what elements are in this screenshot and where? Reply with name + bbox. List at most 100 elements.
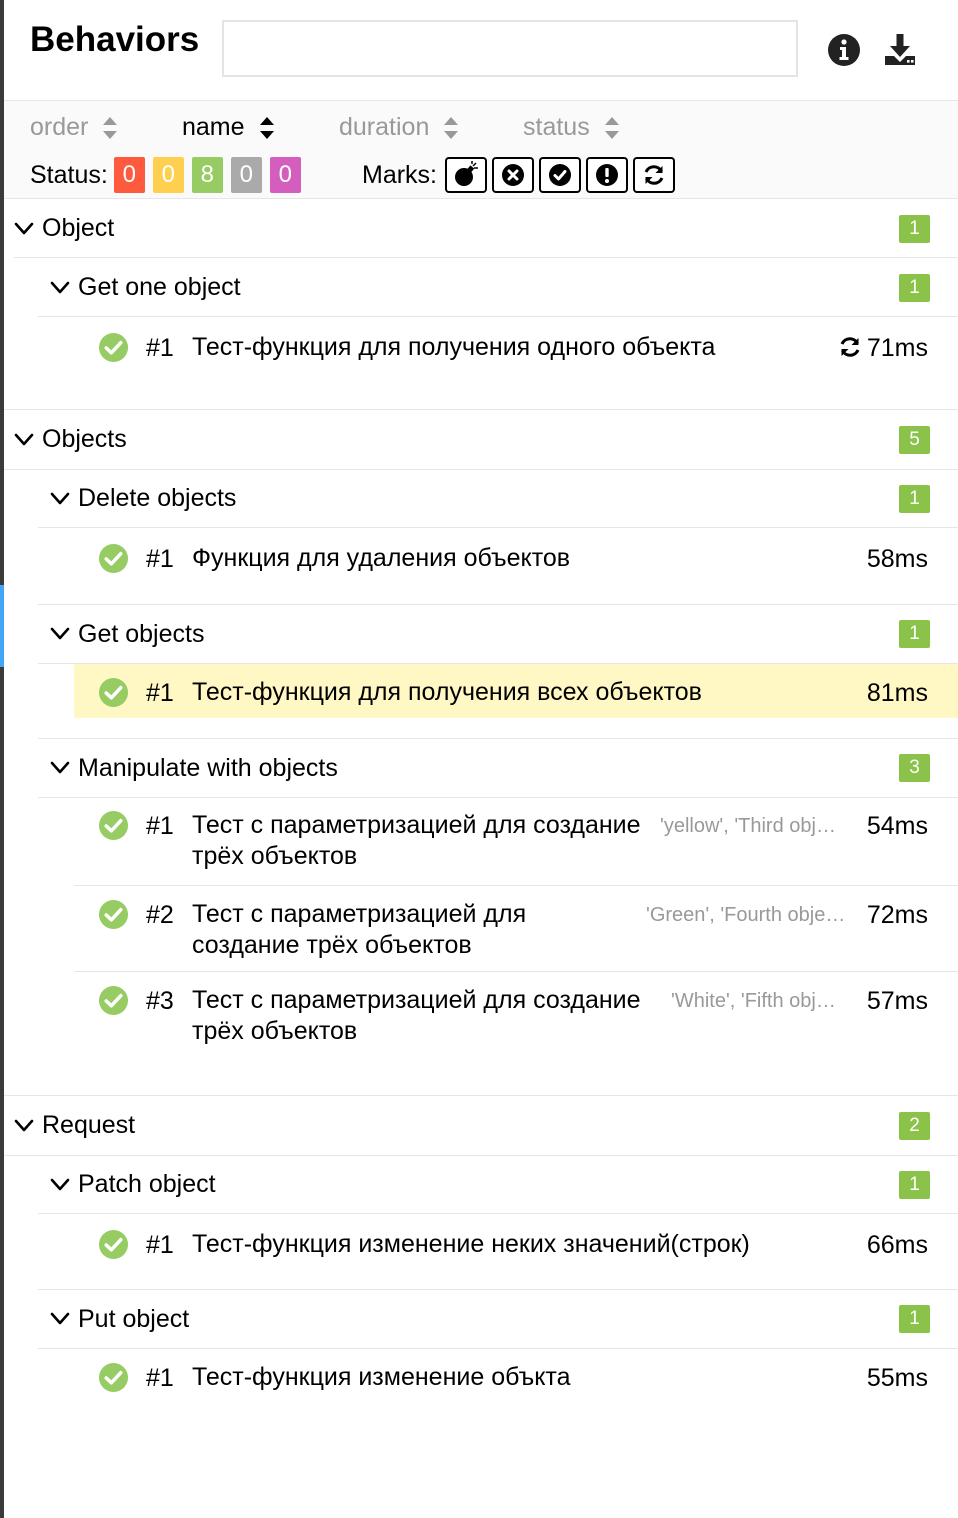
left-sidebar-edge [0,0,4,1518]
chevron-down-icon [50,1312,70,1326]
test-duration: 54ms [866,812,928,840]
test-name: Тест-функция изменение неких значений(ст… [192,1230,750,1258]
active-indicator [0,585,4,667]
feature-count-badge: 1 [899,1170,930,1199]
feature-count-badge: 1 [899,484,930,513]
feature-count-badge: 3 [899,754,930,782]
status-passed-badge[interactable]: 8 [191,157,223,193]
sort-order[interactable]: order [30,113,118,142]
test-duration: 58ms [866,545,928,573]
test-name: Функция для удаления объектов [192,544,571,572]
group-request[interactable]: Request 2 [4,1095,958,1156]
test-row[interactable]: #1 Тест с параметризацией для создание т… [74,798,958,886]
download-icon[interactable] [882,32,918,68]
test-name-line-1: Тест с параметризацией для создание [192,986,641,1014]
marks-label: Marks: [362,160,437,189]
test-name-line-1: Тест с параметризацией для [192,900,527,928]
sort-arrows-icon [259,115,275,141]
feature-name: Manipulate with objects [78,753,338,782]
new-passed-mark-button[interactable] [539,157,581,193]
feature-get-one-object[interactable]: Get one object 1 [38,259,958,317]
test-name: Тест-функция изменение объкта [192,1363,571,1391]
retry-icon [838,335,862,359]
feature-put-object[interactable]: Put object 1 [38,1289,958,1349]
status-label: Status: [30,160,108,189]
chevron-down-icon [14,433,34,447]
search-input[interactable] [222,20,798,77]
test-duration: 71ms [866,334,928,362]
test-row[interactable]: #1 Тест-функция для получения одного объ… [74,318,958,376]
test-row[interactable]: #1 Тест-функция изменение объкта 55ms [74,1349,958,1407]
flaky-mark-button[interactable] [445,157,487,193]
marks-filter: Marks: [362,157,680,193]
test-number: #1 [146,1364,174,1392]
status-unknown-badge[interactable]: 0 [269,157,301,193]
group-count-badge: 5 [899,425,930,454]
test-name-line-1: Тест с параметризацией для создание [192,811,641,839]
exclamation-circle-icon [596,164,618,186]
status-skipped-badge[interactable]: 0 [230,157,262,193]
sort-arrows-icon [443,115,459,141]
page-title: Behaviors [30,20,200,59]
test-row[interactable]: #1 Функция для удаления объектов 58ms [74,529,958,605]
feature-get-objects[interactable]: Get objects 1 [38,604,958,664]
test-row[interactable]: #1 Тест-функция изменение неких значений… [74,1215,958,1289]
test-number: #2 [146,901,174,929]
test-number: #3 [146,987,174,1015]
test-name: Тест-функция для получения одного объект… [192,333,716,361]
feature-count-badge: 1 [899,620,930,648]
chevron-down-icon [50,761,70,775]
group-name: Request [42,1111,136,1139]
passed-check-icon [98,985,129,1016]
sort-arrows-icon [102,115,118,141]
test-name: Тест-функция для получения всех объектов [192,678,702,706]
sort-status[interactable]: status [523,113,620,142]
status-broken-badge[interactable]: 0 [152,157,184,193]
tree-toolbar: order name duration status Status: 0 0 8… [4,101,958,199]
feature-count-badge: 1 [899,273,930,302]
group-objects[interactable]: Objects 5 [4,409,958,470]
feature-name: Get objects [78,619,205,648]
feature-manipulate-with-objects[interactable]: Manipulate with objects 3 [38,738,958,798]
status-failed-badge[interactable]: 0 [113,157,145,193]
test-number: #1 [146,334,174,362]
times-circle-icon [502,164,524,186]
info-circle-icon[interactable] [826,32,862,68]
feature-name: Patch object [78,1170,216,1198]
group-name: Object [42,214,115,242]
feature-patch-object[interactable]: Patch object 1 [38,1156,958,1214]
group-object[interactable]: Object 1 [14,200,958,258]
test-row[interactable]: #3 Тест с параметризацией для создание т… [74,972,958,1096]
passed-check-icon [98,1362,129,1393]
test-name-line-2: трёх объектов [192,842,358,870]
passed-check-icon [98,810,129,841]
sort-duration[interactable]: duration [339,113,459,142]
test-duration: 57ms [866,987,928,1015]
test-duration: 81ms [866,679,928,707]
chevron-down-icon [50,1178,70,1192]
passed-check-icon [98,1229,129,1260]
chevron-down-icon [50,627,70,641]
chevron-down-icon [14,222,34,236]
new-failed-mark-button[interactable] [492,157,534,193]
test-name-line-2: трёх объектов [192,1017,358,1045]
test-number: #1 [146,545,174,573]
bomb-icon [455,161,478,186]
test-number: #1 [146,679,174,707]
test-row-selected[interactable]: #1 Тест-функция для получения всех объек… [74,664,958,718]
refresh-icon [642,163,666,187]
test-name-line-2: создание трёх объектов [192,931,472,959]
feature-name: Put object [78,1304,190,1333]
check-circle-icon [549,164,571,186]
group-name: Objects [42,425,127,453]
feature-delete-objects[interactable]: Delete objects 1 [38,470,958,528]
feature-name: Get one object [78,273,241,301]
feature-count-badge: 1 [899,1305,930,1333]
sort-arrows-icon [604,115,620,141]
retries-mark-button[interactable] [633,157,675,193]
sort-name[interactable]: name [182,113,275,142]
test-row[interactable]: #2 Тест с параметризацией для создание т… [74,886,958,972]
new-broken-mark-button[interactable] [586,157,628,193]
group-count-badge: 2 [899,1111,930,1140]
passed-check-icon [98,899,129,930]
